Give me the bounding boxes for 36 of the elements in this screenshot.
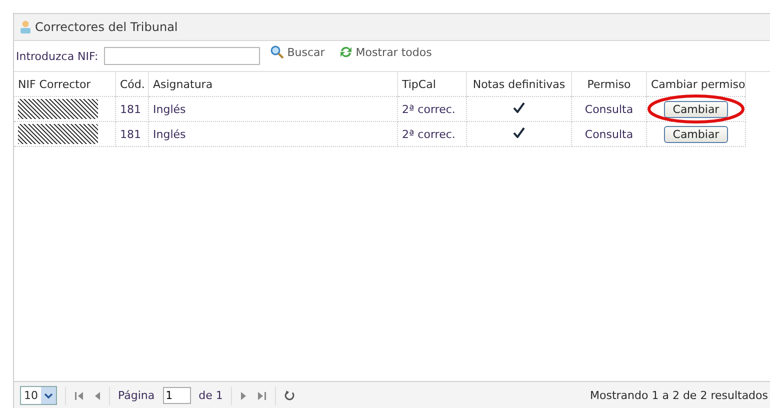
change-button[interactable]: Cambiar <box>664 100 728 118</box>
column-header: Notas definitivas <box>466 72 572 96</box>
previous-page-icon[interactable] <box>93 390 101 400</box>
table-cell: 2ª correc. <box>398 96 466 122</box>
page-label: Página <box>118 389 155 402</box>
column-header: NIF Corrector <box>14 72 116 96</box>
next-page-icon[interactable] <box>240 390 248 400</box>
column-header: Permiso <box>572 72 646 96</box>
table-cell: Inglés <box>148 96 398 122</box>
search-icon <box>270 45 284 59</box>
nif-label: Introduzca NIF: <box>16 50 98 62</box>
page-count: de 1 <box>198 389 223 402</box>
column-header: Cód. <box>116 72 148 96</box>
table-cell: 2ª correc. <box>398 122 466 146</box>
chevron-down-icon <box>44 392 53 398</box>
refresh-icon[interactable] <box>284 390 295 401</box>
column-header: TipCal <box>398 72 466 96</box>
column-header: Asignatura <box>148 72 398 96</box>
table-cell: 181 <box>116 122 148 146</box>
page-field[interactable]: 1 <box>162 387 191 404</box>
page-size-select[interactable]: 10 <box>20 386 57 405</box>
refresh-arrows-icon <box>338 45 353 59</box>
show-all-button[interactable]: Mostrar todos <box>334 45 436 59</box>
panel-title: Correctores del Tribunal <box>35 20 178 34</box>
results-summary: Mostrando 1 a 2 de 2 resultados <box>590 389 769 402</box>
column-header: Cambiar permiso <box>646 72 746 96</box>
nif-field[interactable] <box>104 47 260 65</box>
table-cell: 181 <box>116 96 148 122</box>
table-cell: Consulta <box>572 96 646 122</box>
change-button[interactable]: Cambiar <box>664 126 728 142</box>
search-button[interactable]: Buscar <box>266 45 329 59</box>
user-icon <box>20 20 31 34</box>
table-cell: Consulta <box>572 122 646 146</box>
table-cell: Inglés <box>148 122 398 146</box>
last-page-icon[interactable] <box>256 390 267 400</box>
first-page-icon[interactable] <box>74 390 85 400</box>
